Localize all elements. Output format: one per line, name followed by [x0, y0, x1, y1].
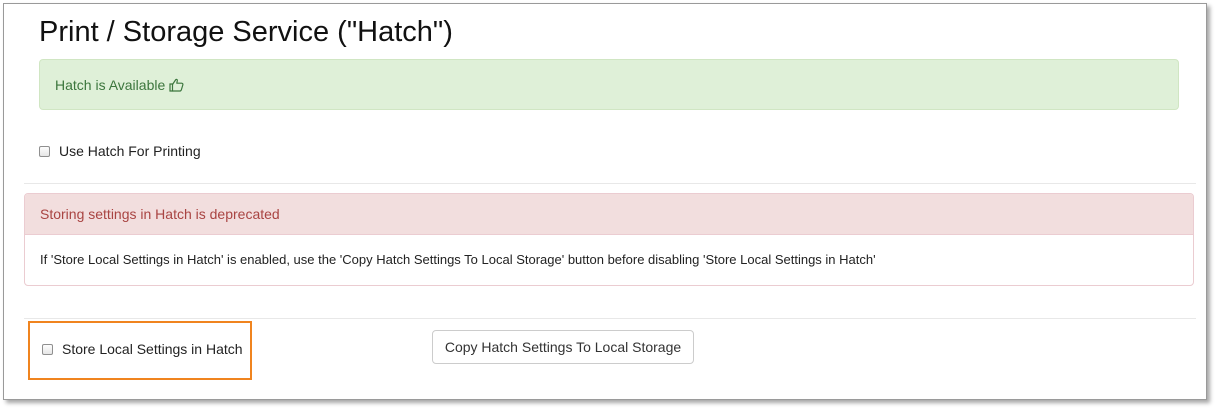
section-divider	[24, 183, 1196, 184]
deprecation-panel-heading: Storing settings in Hatch is deprecated	[25, 194, 1193, 235]
store-local-settings-option[interactable]: Store Local Settings in Hatch	[42, 341, 243, 357]
settings-window: Print / Storage Service ("Hatch") Hatch …	[3, 3, 1207, 400]
store-local-settings-checkbox[interactable]	[42, 343, 53, 355]
hatch-status-text: Hatch is Available	[55, 76, 166, 93]
deprecation-panel-body: If 'Store Local Settings in Hatch' is en…	[40, 252, 876, 267]
use-hatch-printing-label: Use Hatch For Printing	[59, 143, 201, 159]
page-title: Print / Storage Service ("Hatch")	[39, 16, 453, 48]
copy-hatch-settings-button[interactable]: Copy Hatch Settings To Local Storage	[432, 330, 694, 364]
use-hatch-printing-option[interactable]: Use Hatch For Printing	[39, 143, 201, 159]
thumbs-up-icon	[169, 78, 184, 92]
use-hatch-printing-checkbox[interactable]	[39, 145, 50, 157]
hatch-status-alert: Hatch is Available	[39, 59, 1179, 110]
store-local-settings-label: Store Local Settings in Hatch	[62, 341, 243, 357]
deprecation-panel: Storing settings in Hatch is deprecated …	[24, 193, 1194, 286]
section-divider	[24, 318, 1196, 319]
